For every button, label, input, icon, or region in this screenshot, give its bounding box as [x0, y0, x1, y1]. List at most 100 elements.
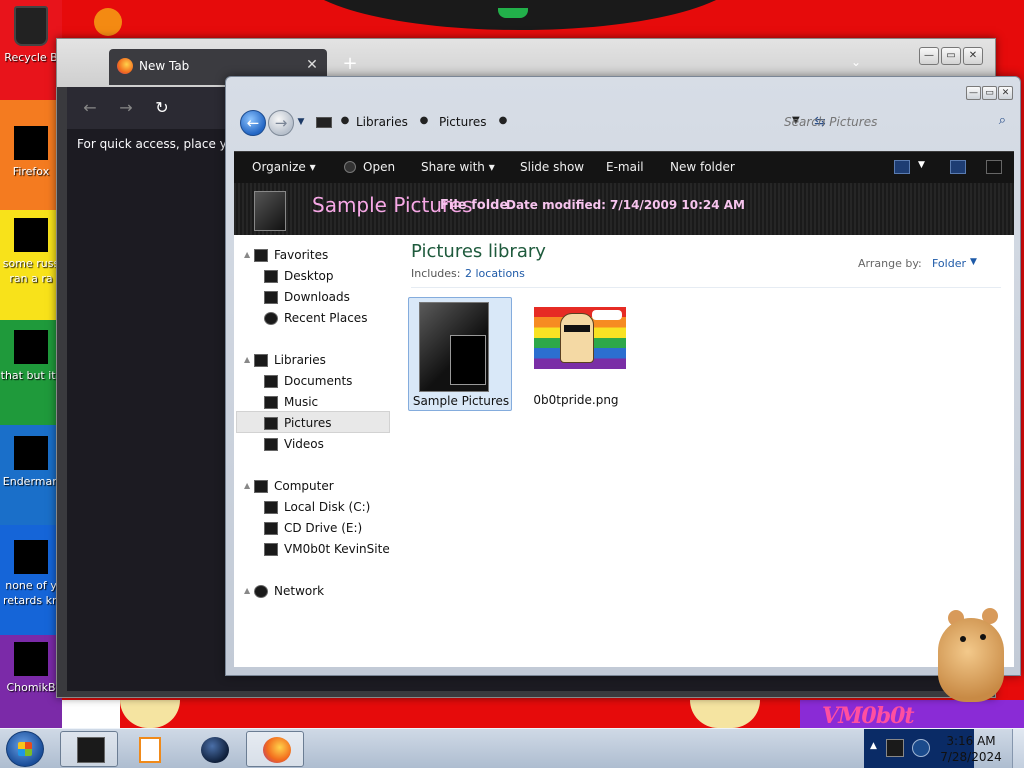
breadcrumb-separator[interactable]: ●	[498, 115, 508, 126]
nav-item-label: Desktop	[284, 269, 334, 283]
forward-arrow-icon[interactable]: →	[115, 97, 137, 119]
help-icon[interactable]	[986, 160, 1002, 174]
expand-arrow-icon[interactable]: ▲	[244, 481, 252, 490]
back-arrow-icon[interactable]: ←	[79, 97, 101, 119]
file-item-sample-pictures[interactable]: Sample Pictures	[408, 297, 512, 411]
desktop-icon-russ[interactable]: some russ ran a ra	[0, 218, 62, 286]
wallpaper-logo-text: VM0b0t	[822, 703, 915, 728]
hamster-desktop-pet[interactable]	[930, 598, 1010, 704]
close-tab-icon[interactable]: ✕	[303, 56, 321, 74]
firefox-minimize-button[interactable]: —	[919, 47, 939, 65]
desktop-icon-label: Firefox	[12, 165, 50, 178]
nav-item-label: Network	[274, 584, 325, 598]
share-with-button[interactable]: Share with ▾	[421, 160, 495, 174]
new-folder-button[interactable]: New folder	[670, 160, 735, 174]
nav-item-label: Local Disk (C:)	[284, 500, 371, 514]
image-thumbnail	[534, 307, 626, 369]
nav-item-label: Documents	[284, 374, 353, 388]
folder-icon	[77, 737, 105, 763]
command-bar: Organize ▾ Open Share with ▾ Slide show …	[234, 151, 1014, 183]
desktop-icon-label: some russ ran a ra	[2, 257, 60, 285]
taskbar-explorer-button[interactable]	[60, 731, 118, 767]
address-bar[interactable]: ● Libraries ● Pictures ● ▼ ⇆	[312, 111, 826, 135]
details-header: Sample Pictures File folde Date modified…	[234, 183, 1014, 235]
desktop-icon-chomik[interactable]: ChomikB	[0, 642, 62, 695]
open-button[interactable]: Open	[363, 160, 395, 174]
file-list-pane: Pictures library Includes: 2 locations A…	[394, 235, 1014, 667]
search-input[interactable]	[774, 109, 1010, 135]
arrange-by-chevron-icon[interactable]: ▼	[970, 257, 977, 267]
desktop-firefox-icon[interactable]	[94, 8, 122, 36]
clock-date[interactable]: 7/28/2024	[930, 750, 1012, 764]
expand-arrow-icon[interactable]: ▲	[244, 586, 252, 595]
taskbar-browser-button[interactable]	[184, 731, 242, 767]
back-button[interactable]: ←	[240, 110, 266, 136]
start-button[interactable]	[6, 731, 44, 767]
file-item-0b0tpride-png[interactable]: 0b0tpride.png	[524, 297, 628, 411]
pictures-icon	[264, 417, 278, 430]
slide-show-button[interactable]: Slide show	[520, 160, 584, 174]
forward-button[interactable]: →	[268, 110, 294, 136]
show-desktop-button[interactable]	[1012, 729, 1024, 768]
change-view-icon[interactable]	[894, 160, 910, 174]
folder-icon	[254, 191, 286, 231]
desktop-icon-enderman[interactable]: Enderman	[0, 436, 62, 489]
list-all-tabs-button[interactable]: ⌄	[847, 55, 865, 73]
explorer-minimize-button[interactable]: —	[966, 86, 981, 100]
firefox-maximize-button[interactable]: ▭	[941, 47, 961, 65]
volume-icon[interactable]	[912, 739, 930, 757]
taskbar-media-player-button[interactable]	[120, 731, 178, 767]
computer-icon	[254, 480, 268, 493]
search-icon[interactable]: ⌕	[999, 113, 1006, 128]
breadcrumb-pictures[interactable]: Pictures	[439, 115, 487, 129]
desktop-icon-none-of-you[interactable]: none of y retards kn	[0, 540, 62, 608]
email-button[interactable]: E-mail	[606, 160, 644, 174]
clock-time[interactable]: 3:16 AM	[930, 734, 1012, 748]
hard-drive-icon	[264, 501, 278, 514]
date-modified-label: Date modified:	[506, 198, 606, 212]
reload-icon[interactable]: ↻	[151, 97, 173, 119]
hamster-eye	[960, 636, 966, 642]
organize-button[interactable]: Organize ▾	[252, 160, 316, 174]
downloads-icon	[264, 291, 278, 304]
explorer-maximize-button[interactable]: ▭	[982, 86, 997, 100]
search-box[interactable]: ⌕	[774, 109, 1010, 135]
arrange-by-dropdown[interactable]: Folder	[932, 257, 966, 270]
taskbar-firefox-button[interactable]	[246, 731, 304, 767]
show-hidden-icons-chevron-icon[interactable]: ▲	[870, 741, 877, 751]
breadcrumb-separator[interactable]: ●	[340, 115, 350, 126]
desktop-icon-label: that but its	[0, 369, 62, 382]
recycle-bin-icon	[14, 6, 48, 46]
folder-preview-image	[450, 335, 486, 385]
nav-item-label: VM0b0t KevinSite	[284, 542, 390, 556]
new-tab-button[interactable]: +	[339, 53, 361, 75]
navigation-pane: ▲ Favorites Desktop Downloads Recent Pla…	[234, 235, 394, 667]
library-icon	[316, 117, 332, 128]
nav-item-label: Favorites	[274, 248, 329, 262]
nav-item-label: Videos	[284, 437, 324, 451]
breadcrumb-separator[interactable]: ●	[419, 115, 429, 126]
firefox-icon	[263, 737, 291, 763]
nav-item-label: CD Drive (E:)	[284, 521, 363, 535]
hamster-eye	[980, 634, 986, 640]
network-status-icon[interactable]	[886, 739, 904, 757]
firefox-close-button[interactable]: ✕	[963, 47, 983, 65]
preview-pane-icon[interactable]	[950, 160, 966, 174]
library-locations-link[interactable]: 2 locations	[465, 267, 525, 280]
expand-arrow-icon[interactable]: ▲	[244, 355, 252, 364]
desktop-icon-recycle-bin[interactable]: Recycle B	[0, 6, 62, 65]
desktop-icon-firefox[interactable]: Firefox	[0, 126, 62, 179]
desktop-icon-that-but-its[interactable]: that but its	[0, 330, 62, 383]
file-item-label: 0b0tpride.png	[533, 393, 619, 407]
expand-arrow-icon[interactable]: ▲	[244, 250, 252, 259]
network-drive-icon	[264, 543, 278, 556]
windows-logo-icon	[18, 742, 32, 756]
view-options-chevron-icon[interactable]: ▼	[918, 160, 925, 170]
cd-drive-icon	[264, 522, 278, 535]
firefox-shortcut-icon	[14, 126, 48, 160]
file-icon	[14, 436, 48, 470]
explorer-close-button[interactable]: ✕	[998, 86, 1013, 100]
recent-pages-chevron-icon[interactable]: ▼	[295, 117, 307, 129]
open-icon	[344, 161, 356, 173]
breadcrumb-libraries[interactable]: Libraries	[356, 115, 408, 129]
